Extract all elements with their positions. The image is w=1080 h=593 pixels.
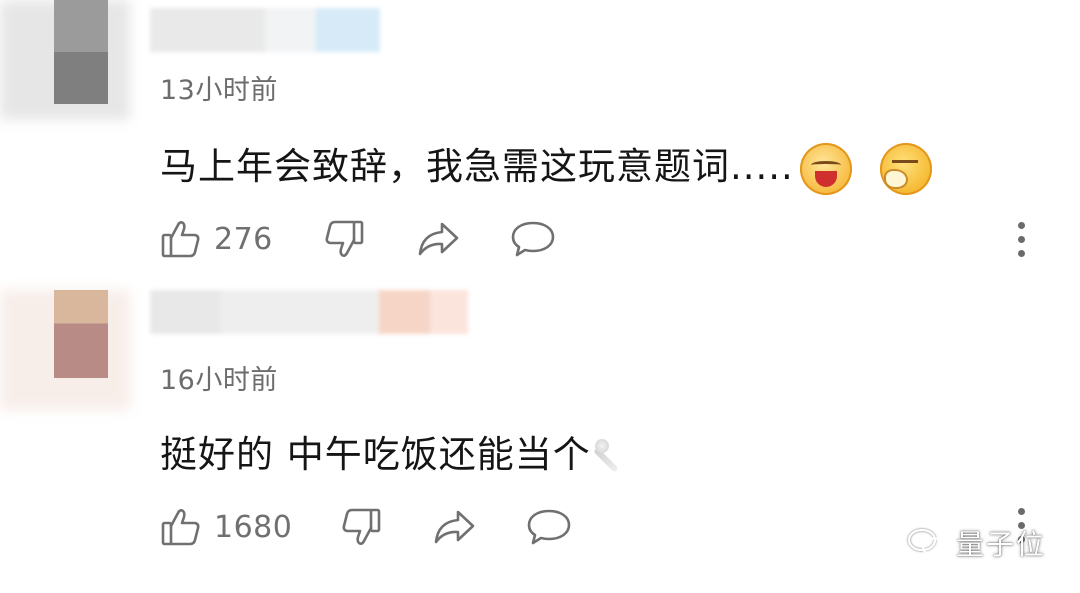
watermark-text: 量子位	[955, 528, 1046, 561]
share-button[interactable]	[416, 218, 460, 260]
share-icon	[434, 510, 475, 544]
like-button[interactable]: 1680	[160, 506, 292, 548]
thumbs-up-icon	[161, 221, 200, 258]
dislike-button[interactable]	[323, 218, 365, 260]
comment-timestamp: 13小时前	[160, 75, 278, 106]
share-button[interactable]	[432, 506, 476, 548]
comment-text: 马上年会致辞，我急需这玩意题词.....	[160, 136, 932, 195]
comment-text-body: 马上年会致辞，我急需这玩意题词.....	[160, 145, 794, 188]
comment-bubble-icon	[511, 221, 555, 257]
avatar[interactable]	[54, 0, 108, 104]
more-dot-icon	[1018, 236, 1025, 243]
comment-timestamp: 16小时前	[160, 365, 278, 396]
thumbs-up-icon	[161, 509, 200, 546]
reply-button[interactable]	[510, 218, 556, 260]
comment-text: 挺好的 中午吃饭还能当个	[160, 424, 635, 478]
magic-wand-emoji-icon	[594, 438, 635, 475]
watermark: 量子位	[906, 523, 1046, 563]
more-dot-icon	[1018, 250, 1025, 257]
like-count: 1680	[214, 509, 293, 545]
reply-button[interactable]	[526, 506, 572, 548]
like-button[interactable]: 276	[160, 218, 273, 260]
comment-bubble-icon	[527, 509, 571, 545]
avatar[interactable]	[54, 290, 108, 378]
like-count: 276	[214, 221, 273, 257]
comment-item: 13小时前 马上年会致辞，我急需这玩意题词..... 276	[0, 0, 1080, 290]
more-dot-icon	[1018, 508, 1025, 515]
laughing-emoji-icon	[799, 142, 852, 195]
dislike-button[interactable]	[340, 506, 382, 548]
username-blurred[interactable]	[150, 8, 380, 52]
username-blurred[interactable]	[150, 290, 468, 334]
sneezing-emoji-icon	[879, 142, 932, 195]
more-dot-icon	[1018, 222, 1025, 229]
wechat-icon	[907, 528, 947, 557]
more-options-button[interactable]	[1014, 218, 1028, 262]
thumbs-down-icon	[325, 220, 364, 257]
share-icon	[418, 222, 459, 256]
comment-text-body: 挺好的 中午吃饭还能当个	[160, 433, 591, 476]
thumbs-down-icon	[342, 508, 381, 545]
